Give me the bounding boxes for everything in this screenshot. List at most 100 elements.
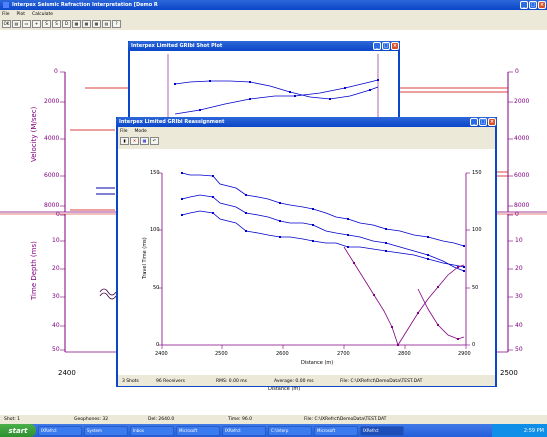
reassign-minimize-button[interactable]: _: [470, 118, 478, 126]
depth-right-tick-50: 50: [515, 346, 523, 353]
open-button[interactable]: ▤: [12, 20, 21, 28]
status-average: Average: 0.00 ms: [274, 379, 314, 384]
reassign-menu-mode[interactable]: Mode: [135, 129, 147, 134]
chart-right-tick-0: 0: [472, 342, 476, 348]
shot-button[interactable]: S: [42, 20, 51, 28]
minimize-button[interactable]: _: [520, 1, 528, 9]
series-reassigned-down: [343, 246, 399, 346]
reassign-menu-file[interactable]: File: [120, 129, 128, 134]
distance-start-label: 2400: [58, 369, 76, 377]
task-system[interactable]: System: [84, 425, 128, 436]
velocity-tick-2000: 2000: [44, 98, 60, 105]
status-receivers: 96 Receivers: [156, 379, 185, 384]
grid-button[interactable]: ▦: [82, 20, 91, 28]
reassign-grid-button[interactable]: ▦: [140, 137, 149, 145]
velocity-tick-4000: 4000: [44, 135, 60, 142]
reassign-exit-button[interactable]: ▮: [120, 137, 129, 145]
chart-right-tick-150: 150: [472, 170, 482, 176]
gribi-minimize-button[interactable]: _: [373, 42, 381, 50]
series-reassigned-points: [353, 262, 459, 346]
close-button[interactable]: ×: [538, 1, 546, 9]
plus-button[interactable]: +: [32, 20, 41, 28]
system-tray: 2:59 PM: [492, 424, 547, 437]
velocity-right-tick-4000: 4000: [514, 135, 530, 142]
gribi-window-title: Interpex Limited GRIbi Shot Plot: [131, 43, 223, 49]
depth-right-tick-0: 0: [515, 211, 519, 218]
velocity-right-tick-0: 0: [515, 68, 519, 75]
velocity-tick-0: 0: [54, 68, 58, 75]
depth-right-tick-40: 40: [515, 322, 523, 329]
ok-button[interactable]: OK: [2, 20, 11, 28]
gribi-shot-window[interactable]: Interpex Limited GRIbi Shot Plot _ □ ×: [128, 41, 400, 123]
velocity-axis-label: Velocity (M/sec): [30, 106, 38, 162]
series-upper: [181, 172, 465, 247]
main-title-bar: Interpex Seismic Refraction Interpretati…: [0, 0, 547, 10]
main-status-bar: Shot: 1 Geophones: 32 Del: 2640.0 Time: …: [0, 415, 547, 424]
chart-y-tick-0: 0: [156, 342, 160, 348]
depth-tick-40: 40: [52, 322, 60, 329]
task-ixrefrct-1[interactable]: IXRefrct: [38, 425, 82, 436]
chart-y-tick-100: 100: [150, 227, 160, 233]
chart-y-tick-50: 50: [153, 285, 160, 291]
task-microsoft-1[interactable]: Microsoft: [176, 425, 220, 436]
reassign-status-bar: 3 Shots 96 Receivers RMS: 0.00 ms Averag…: [118, 377, 495, 386]
chart-y-tick-150: 150: [150, 170, 160, 176]
delay-button[interactable]: D: [62, 20, 71, 28]
velocity-right-tick-6000: 6000: [514, 172, 530, 179]
series-middle-points: [181, 196, 465, 272]
help-button[interactable]: ?: [112, 20, 121, 28]
reassign-undo-button[interactable]: ↶: [150, 137, 159, 145]
gribi-close-button[interactable]: ×: [391, 42, 399, 50]
main-menu-bar: File Plot Calculate: [0, 10, 547, 18]
taskbar: start IXRefrct System Inbox Microsoft IX…: [0, 424, 547, 437]
task-inbox[interactable]: Inbox: [130, 425, 174, 436]
menu-plot[interactable]: Plot: [17, 12, 25, 17]
chart-x-tick-2700: 2700: [337, 351, 350, 357]
depth-right-tick-20: 20: [515, 265, 523, 272]
menu-file[interactable]: File: [2, 12, 10, 17]
depth-axis-label: Time Depth (ms): [30, 241, 38, 300]
step-button[interactable]: S: [52, 20, 61, 28]
reassign-toolbar: ▮ ✕ ▦ ↶: [118, 135, 495, 147]
travel-time-chart: [158, 172, 470, 349]
depth-tick-20: 20: [52, 265, 60, 272]
reassign-close-button[interactable]: ×: [488, 118, 496, 126]
save-button[interactable]: ▭: [22, 20, 31, 28]
menu-calculate[interactable]: Calculate: [32, 12, 53, 17]
gribi-curve-ascending: [174, 79, 379, 115]
clock: 2:59 PM: [523, 427, 544, 434]
depth-right-tick-10: 10: [515, 237, 523, 244]
task-microsoft-2[interactable]: Microsoft: [314, 425, 358, 436]
gribi-maximize-button[interactable]: □: [382, 42, 390, 50]
reassign-window[interactable]: Interpex Limited GRIbi Reassignment _ □ …: [116, 117, 497, 387]
print-button[interactable]: ▤: [102, 20, 111, 28]
velocity-ticks-right: [508, 71, 513, 207]
chart-right-tick-50: 50: [472, 285, 479, 291]
task-ixrefrct-2[interactable]: IXRefrct: [222, 425, 266, 436]
maximize-button[interactable]: □: [529, 1, 537, 9]
chart-button[interactable]: ▦: [92, 20, 101, 28]
series-reassigned-cross: [417, 288, 465, 340]
reassign-title-bar: Interpex Limited GRIbi Reassignment _ □ …: [116, 117, 497, 127]
gribi-title-bar: Interpex Limited GRIbi Shot Plot _ □ ×: [128, 41, 400, 51]
reassign-maximize-button[interactable]: □: [479, 118, 487, 126]
chart-x-ticks: [161, 345, 467, 349]
series-reassigned-up: [397, 264, 465, 346]
chart-y-ticks: [158, 172, 470, 346]
main-status-geophones: Geophones: 32: [74, 417, 109, 422]
task-ixrefrct-3[interactable]: IXRefrct: [360, 425, 404, 436]
distance-end-label: 2500: [500, 369, 518, 377]
status-file: File: C:\IXRefrct\DemoData\TEST.DAT: [340, 379, 423, 384]
depth-right-tick-30: 30: [515, 293, 523, 300]
edit-button[interactable]: ▦: [72, 20, 81, 28]
reassign-plot-area[interactable]: Travel Time (ms) 150 100 50 0 150 100 50…: [118, 149, 495, 375]
velocity-right-tick-2000: 2000: [514, 98, 530, 105]
main-status-file: File: C:\IXRefrct\DemoData\TEST.DAT: [304, 417, 387, 422]
chart-x-tick-2400: 2400: [155, 351, 168, 357]
velocity-ticks-left: [60, 71, 65, 207]
task-interp[interactable]: C:\Interp: [268, 425, 312, 436]
reassign-cancel-button[interactable]: ✕: [130, 137, 139, 145]
travel-time-label: Travel Time (ms): [142, 237, 148, 279]
chart-x-tick-2900: 2900: [458, 351, 471, 357]
start-button[interactable]: start: [0, 424, 36, 437]
